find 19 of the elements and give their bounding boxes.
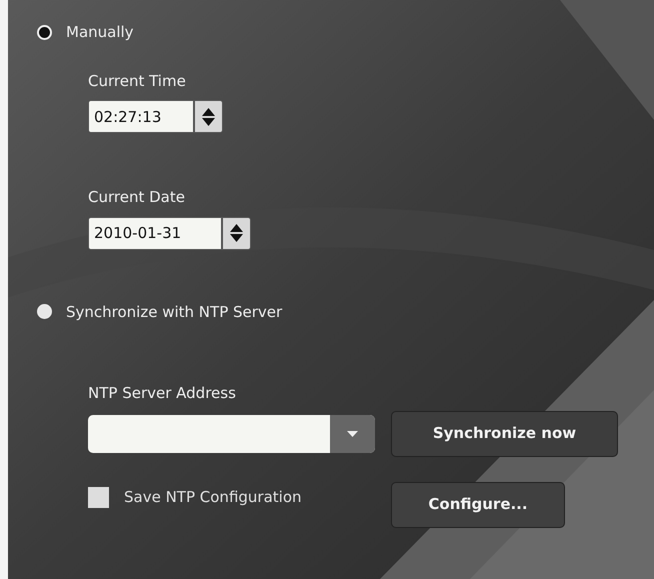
up-arrow-icon bbox=[202, 108, 215, 116]
checkbox-label: Save NTP Configuration bbox=[124, 487, 302, 508]
configure-button[interactable]: Configure... bbox=[391, 482, 565, 528]
down-arrow-icon bbox=[230, 234, 243, 242]
server-combo-box[interactable] bbox=[88, 414, 375, 452]
spin-field[interactable]: 2010-01-31 bbox=[88, 216, 222, 250]
spin-field[interactable]: 02:27:13 bbox=[88, 100, 194, 133]
field-label: Current Date bbox=[88, 187, 186, 208]
down-arrow-icon bbox=[202, 118, 215, 126]
spin-buttons[interactable] bbox=[194, 100, 223, 133]
field-label: Current Time bbox=[88, 70, 187, 92]
synchronize-button[interactable]: Synchronize now bbox=[391, 410, 618, 456]
radio-label: Manually bbox=[66, 22, 134, 43]
up-arrow-icon bbox=[230, 224, 243, 232]
field-label: NTP Server Address bbox=[88, 383, 237, 404]
checkbox[interactable] bbox=[88, 487, 109, 508]
dropdown-arrow-icon bbox=[347, 430, 358, 436]
radio-label: Synchronize with NTP Server bbox=[66, 302, 282, 322]
spin-buttons[interactable] bbox=[222, 216, 251, 250]
